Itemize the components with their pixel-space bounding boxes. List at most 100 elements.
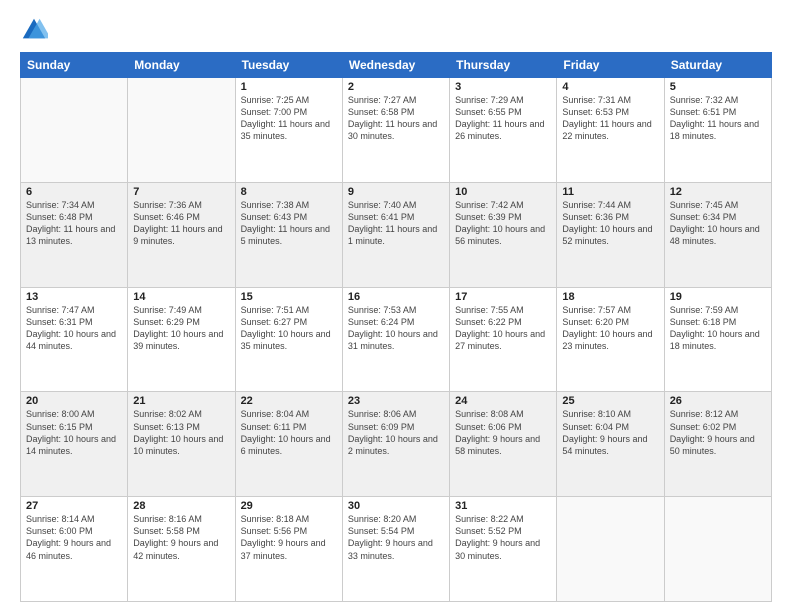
day-info: Sunrise: 8:08 AMSunset: 6:06 PMDaylight:… (455, 408, 551, 457)
calendar-cell-4-4: 23Sunrise: 8:06 AMSunset: 6:09 PMDayligh… (342, 392, 449, 497)
calendar-cell-2-1: 6Sunrise: 7:34 AMSunset: 6:48 PMDaylight… (21, 182, 128, 287)
day-info: Sunrise: 7:49 AMSunset: 6:29 PMDaylight:… (133, 304, 229, 353)
calendar-cell-4-6: 25Sunrise: 8:10 AMSunset: 6:04 PMDayligh… (557, 392, 664, 497)
day-number: 5 (670, 81, 766, 93)
calendar-cell-4-1: 20Sunrise: 8:00 AMSunset: 6:15 PMDayligh… (21, 392, 128, 497)
day-number: 4 (562, 81, 658, 93)
calendar-cell-1-3: 1Sunrise: 7:25 AMSunset: 7:00 PMDaylight… (235, 78, 342, 183)
day-info: Sunrise: 8:20 AMSunset: 5:54 PMDaylight:… (348, 513, 444, 562)
calendar-cell-2-2: 7Sunrise: 7:36 AMSunset: 6:46 PMDaylight… (128, 182, 235, 287)
calendar-cell-3-4: 16Sunrise: 7:53 AMSunset: 6:24 PMDayligh… (342, 287, 449, 392)
calendar-cell-5-4: 30Sunrise: 8:20 AMSunset: 5:54 PMDayligh… (342, 497, 449, 602)
day-info: Sunrise: 7:32 AMSunset: 6:51 PMDaylight:… (670, 94, 766, 143)
day-info: Sunrise: 8:18 AMSunset: 5:56 PMDaylight:… (241, 513, 337, 562)
calendar-cell-2-7: 12Sunrise: 7:45 AMSunset: 6:34 PMDayligh… (664, 182, 771, 287)
calendar-cell-4-7: 26Sunrise: 8:12 AMSunset: 6:02 PMDayligh… (664, 392, 771, 497)
day-info: Sunrise: 7:51 AMSunset: 6:27 PMDaylight:… (241, 304, 337, 353)
day-number: 29 (241, 500, 337, 512)
calendar-cell-4-2: 21Sunrise: 8:02 AMSunset: 6:13 PMDayligh… (128, 392, 235, 497)
calendar-cell-1-7: 5Sunrise: 7:32 AMSunset: 6:51 PMDaylight… (664, 78, 771, 183)
day-number: 19 (670, 291, 766, 303)
day-number: 14 (133, 291, 229, 303)
calendar-cell-4-5: 24Sunrise: 8:08 AMSunset: 6:06 PMDayligh… (450, 392, 557, 497)
weekday-header-monday: Monday (128, 53, 235, 78)
logo-icon (20, 16, 48, 44)
calendar-cell-3-3: 15Sunrise: 7:51 AMSunset: 6:27 PMDayligh… (235, 287, 342, 392)
day-info: Sunrise: 7:38 AMSunset: 6:43 PMDaylight:… (241, 199, 337, 248)
calendar-week-row-3: 13Sunrise: 7:47 AMSunset: 6:31 PMDayligh… (21, 287, 772, 392)
calendar-week-row-1: 1Sunrise: 7:25 AMSunset: 7:00 PMDaylight… (21, 78, 772, 183)
header (20, 16, 772, 44)
calendar-week-row-5: 27Sunrise: 8:14 AMSunset: 6:00 PMDayligh… (21, 497, 772, 602)
weekday-header-sunday: Sunday (21, 53, 128, 78)
weekday-header-saturday: Saturday (664, 53, 771, 78)
calendar-cell-1-2 (128, 78, 235, 183)
day-info: Sunrise: 7:42 AMSunset: 6:39 PMDaylight:… (455, 199, 551, 248)
day-number: 3 (455, 81, 551, 93)
calendar-cell-2-3: 8Sunrise: 7:38 AMSunset: 6:43 PMDaylight… (235, 182, 342, 287)
day-info: Sunrise: 8:16 AMSunset: 5:58 PMDaylight:… (133, 513, 229, 562)
weekday-header-tuesday: Tuesday (235, 53, 342, 78)
day-number: 7 (133, 186, 229, 198)
day-info: Sunrise: 7:45 AMSunset: 6:34 PMDaylight:… (670, 199, 766, 248)
day-number: 15 (241, 291, 337, 303)
day-number: 21 (133, 395, 229, 407)
day-info: Sunrise: 7:34 AMSunset: 6:48 PMDaylight:… (26, 199, 122, 248)
calendar-cell-5-7 (664, 497, 771, 602)
day-number: 2 (348, 81, 444, 93)
day-number: 9 (348, 186, 444, 198)
day-number: 31 (455, 500, 551, 512)
day-info: Sunrise: 8:02 AMSunset: 6:13 PMDaylight:… (133, 408, 229, 457)
logo (20, 16, 50, 44)
day-info: Sunrise: 8:22 AMSunset: 5:52 PMDaylight:… (455, 513, 551, 562)
calendar-cell-5-5: 31Sunrise: 8:22 AMSunset: 5:52 PMDayligh… (450, 497, 557, 602)
weekday-header-thursday: Thursday (450, 53, 557, 78)
calendar-cell-4-3: 22Sunrise: 8:04 AMSunset: 6:11 PMDayligh… (235, 392, 342, 497)
calendar-cell-2-6: 11Sunrise: 7:44 AMSunset: 6:36 PMDayligh… (557, 182, 664, 287)
day-info: Sunrise: 7:40 AMSunset: 6:41 PMDaylight:… (348, 199, 444, 248)
day-number: 1 (241, 81, 337, 93)
weekday-header-row: SundayMondayTuesdayWednesdayThursdayFrid… (21, 53, 772, 78)
day-number: 17 (455, 291, 551, 303)
weekday-header-wednesday: Wednesday (342, 53, 449, 78)
day-number: 16 (348, 291, 444, 303)
day-info: Sunrise: 8:00 AMSunset: 6:15 PMDaylight:… (26, 408, 122, 457)
day-info: Sunrise: 7:27 AMSunset: 6:58 PMDaylight:… (348, 94, 444, 143)
day-info: Sunrise: 7:47 AMSunset: 6:31 PMDaylight:… (26, 304, 122, 353)
weekday-header-friday: Friday (557, 53, 664, 78)
calendar-table: SundayMondayTuesdayWednesdayThursdayFrid… (20, 52, 772, 602)
day-info: Sunrise: 8:12 AMSunset: 6:02 PMDaylight:… (670, 408, 766, 457)
day-info: Sunrise: 7:57 AMSunset: 6:20 PMDaylight:… (562, 304, 658, 353)
day-number: 10 (455, 186, 551, 198)
day-number: 18 (562, 291, 658, 303)
day-info: Sunrise: 8:14 AMSunset: 6:00 PMDaylight:… (26, 513, 122, 562)
day-info: Sunrise: 7:25 AMSunset: 7:00 PMDaylight:… (241, 94, 337, 143)
day-info: Sunrise: 7:53 AMSunset: 6:24 PMDaylight:… (348, 304, 444, 353)
calendar-cell-3-1: 13Sunrise: 7:47 AMSunset: 6:31 PMDayligh… (21, 287, 128, 392)
day-number: 26 (670, 395, 766, 407)
day-info: Sunrise: 7:55 AMSunset: 6:22 PMDaylight:… (455, 304, 551, 353)
calendar-cell-1-4: 2Sunrise: 7:27 AMSunset: 6:58 PMDaylight… (342, 78, 449, 183)
calendar-cell-5-6 (557, 497, 664, 602)
calendar-cell-5-3: 29Sunrise: 8:18 AMSunset: 5:56 PMDayligh… (235, 497, 342, 602)
day-number: 13 (26, 291, 122, 303)
calendar-cell-1-6: 4Sunrise: 7:31 AMSunset: 6:53 PMDaylight… (557, 78, 664, 183)
day-number: 28 (133, 500, 229, 512)
calendar-cell-3-6: 18Sunrise: 7:57 AMSunset: 6:20 PMDayligh… (557, 287, 664, 392)
calendar-cell-2-4: 9Sunrise: 7:40 AMSunset: 6:41 PMDaylight… (342, 182, 449, 287)
calendar-cell-1-5: 3Sunrise: 7:29 AMSunset: 6:55 PMDaylight… (450, 78, 557, 183)
day-number: 25 (562, 395, 658, 407)
day-number: 11 (562, 186, 658, 198)
day-info: Sunrise: 7:44 AMSunset: 6:36 PMDaylight:… (562, 199, 658, 248)
day-info: Sunrise: 7:29 AMSunset: 6:55 PMDaylight:… (455, 94, 551, 143)
day-info: Sunrise: 7:59 AMSunset: 6:18 PMDaylight:… (670, 304, 766, 353)
calendar-cell-1-1 (21, 78, 128, 183)
day-info: Sunrise: 8:10 AMSunset: 6:04 PMDaylight:… (562, 408, 658, 457)
day-info: Sunrise: 8:04 AMSunset: 6:11 PMDaylight:… (241, 408, 337, 457)
day-number: 12 (670, 186, 766, 198)
day-number: 22 (241, 395, 337, 407)
calendar-cell-3-5: 17Sunrise: 7:55 AMSunset: 6:22 PMDayligh… (450, 287, 557, 392)
day-info: Sunrise: 7:36 AMSunset: 6:46 PMDaylight:… (133, 199, 229, 248)
day-number: 27 (26, 500, 122, 512)
calendar-cell-3-7: 19Sunrise: 7:59 AMSunset: 6:18 PMDayligh… (664, 287, 771, 392)
